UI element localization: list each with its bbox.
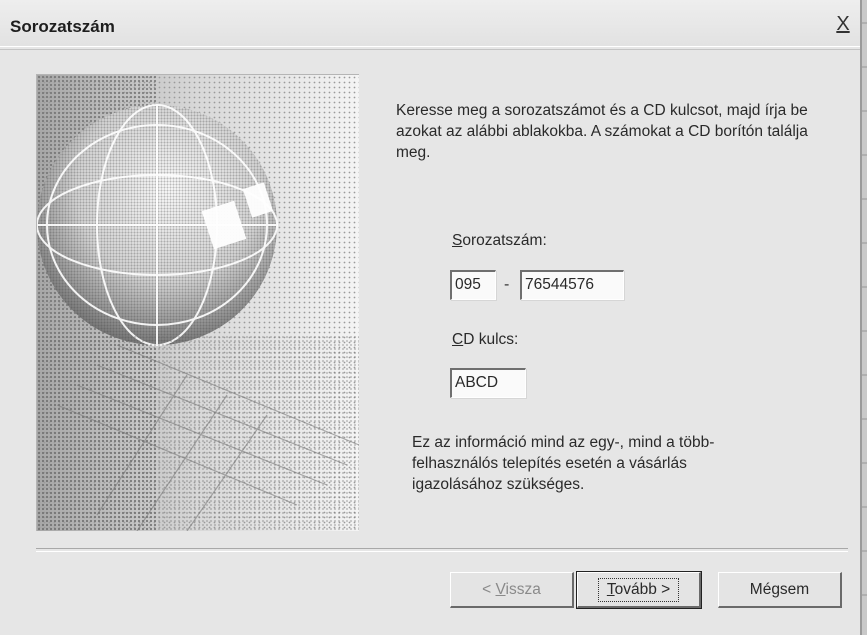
dialog-title: Sorozatszám xyxy=(10,17,115,36)
back-button-prefix: < xyxy=(482,580,496,598)
serial-part1-input[interactable]: 095 xyxy=(450,270,496,300)
serial-label-access-key: S xyxy=(452,232,463,249)
header-separator xyxy=(0,46,860,50)
serial-number-dialog: Sorozatszám X Keresse meg a sorozatszámo… xyxy=(0,0,862,635)
title-bar: Sorozatszám X xyxy=(0,0,860,46)
globe-illustration-icon xyxy=(36,74,359,531)
next-button[interactable]: Tovább > xyxy=(576,571,702,609)
serial-part2-input[interactable]: 76544576 xyxy=(520,270,624,300)
cdkey-label-access-key: C xyxy=(452,331,464,348)
serial-number-label: Sorozatszám: xyxy=(452,232,547,250)
next-button-access-key: T xyxy=(606,580,615,598)
serial-separator: - xyxy=(504,276,510,293)
next-button-focus: Tovább > xyxy=(597,577,680,602)
cancel-button[interactable]: Mégsem xyxy=(718,572,842,608)
close-icon[interactable]: X xyxy=(832,14,854,36)
serial-label-text: orozatszám: xyxy=(462,232,547,249)
back-button-label: issza xyxy=(505,580,541,598)
next-button-label: ovább > xyxy=(614,580,671,598)
cd-key-label: CD kulcs: xyxy=(452,331,518,349)
back-button[interactable]: < Vissza xyxy=(450,572,574,608)
intro-text: Keresse meg a sorozatszámot és a CD kulc… xyxy=(396,102,808,161)
cdkey-label-text: D kulcs: xyxy=(463,331,519,348)
back-button-access-key: V xyxy=(495,580,506,598)
info-text: Ez az információ mind az egy-, mind a tö… xyxy=(412,434,715,493)
button-separator xyxy=(36,548,848,552)
cd-key-input[interactable]: ABCD xyxy=(450,368,526,398)
